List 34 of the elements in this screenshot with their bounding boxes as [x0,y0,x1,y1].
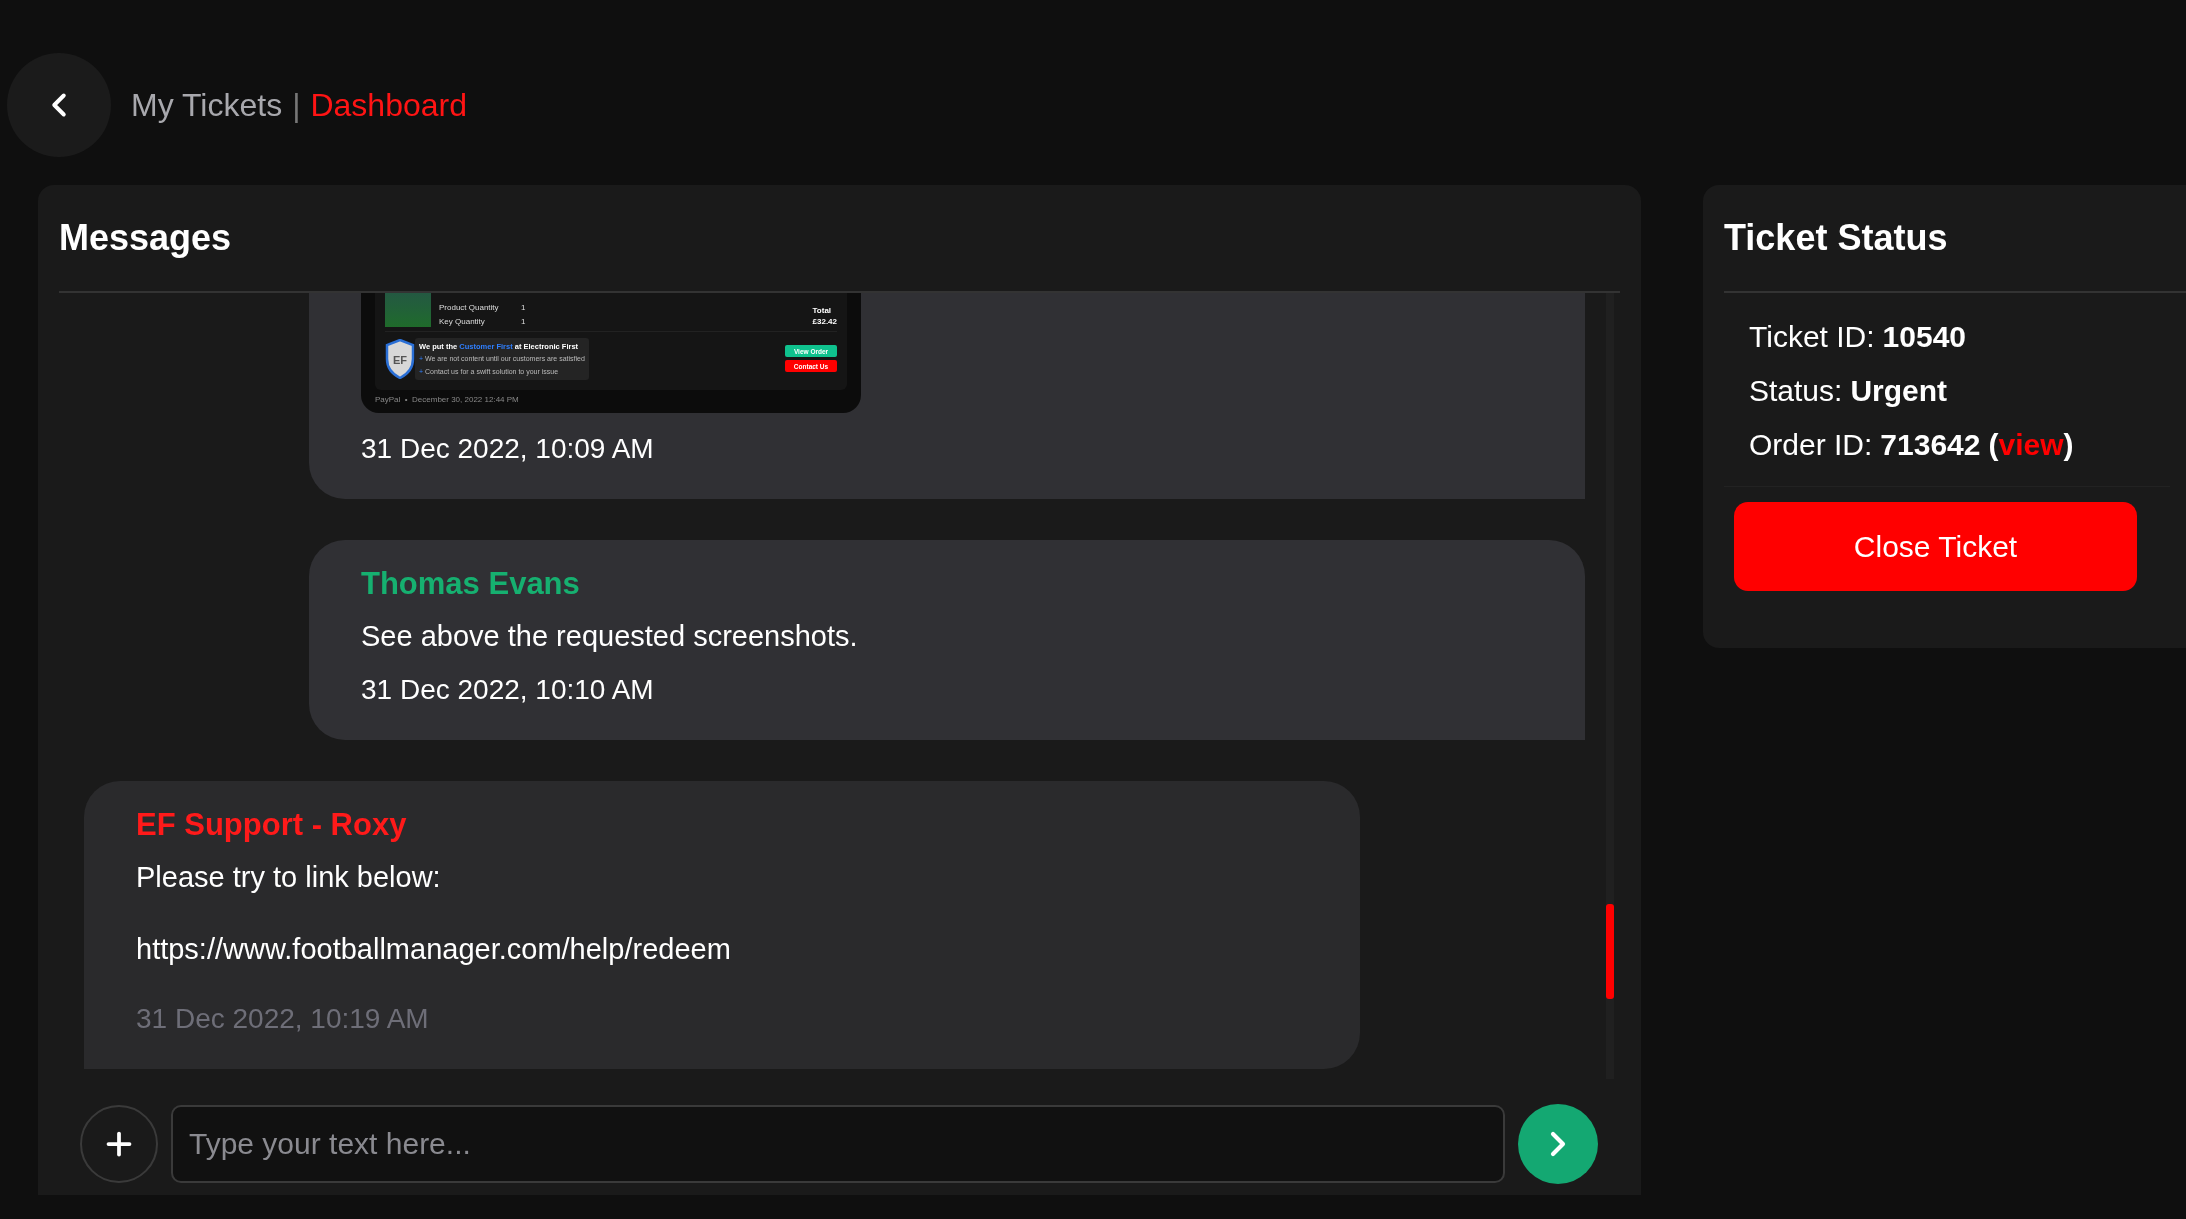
shield-logo: EF [385,338,415,379]
message-time: 31 Dec 2022, 10:19 AM [136,1002,430,1036]
total-label: Total [812,304,833,316]
field-label: Order ID: [1749,427,1873,463]
field-value: 10540 [1882,319,1966,355]
field-value: 713642 [1880,427,1981,463]
breadcrumb-link[interactable]: My Tickets [131,81,283,129]
sender-name: Thomas Evans [361,565,581,603]
field-value: Urgent [1850,373,1948,409]
message-text: See above the requested screenshots. [361,619,859,654]
panel-title: Messages [59,216,232,260]
sender-name: EF Support - Roxy [136,806,408,844]
message-text: https://www.footballmanager.com/help/redeem [136,932,732,967]
breadcrumb-separator: | [292,86,301,125]
field-label: Status: [1749,373,1843,409]
page-title: Dashboard [310,86,467,125]
message-time: 31 Dec 2022, 10:09 AM [361,432,655,466]
panel-title: Ticket Status [1724,216,1948,260]
paren: ) [2063,427,2074,463]
attach-button[interactable] [80,1105,158,1183]
quantity-label: Key Quantity [439,315,486,327]
email-footer: PayPal • December 30, 2022 12:44 PM [375,395,847,405]
field-label: Ticket ID: [1749,319,1875,355]
quantity-value: 1 [521,315,526,327]
close-ticket-button[interactable]: Close Ticket [1734,502,2137,591]
message-text: Please try to link below: [136,860,442,895]
paren: ( [1988,427,1999,463]
scrollbar-thumb[interactable] [1606,904,1614,999]
quantity-label: Product Quantity [439,301,500,313]
quantity-value: 1 [521,301,526,313]
view-link[interactable]: view [1998,418,2064,472]
message-input[interactable]: Type your text here... [171,1105,1505,1183]
message-time: 31 Dec 2022, 10:10 AM [361,673,655,707]
total-amount: £32.42 [812,315,837,327]
